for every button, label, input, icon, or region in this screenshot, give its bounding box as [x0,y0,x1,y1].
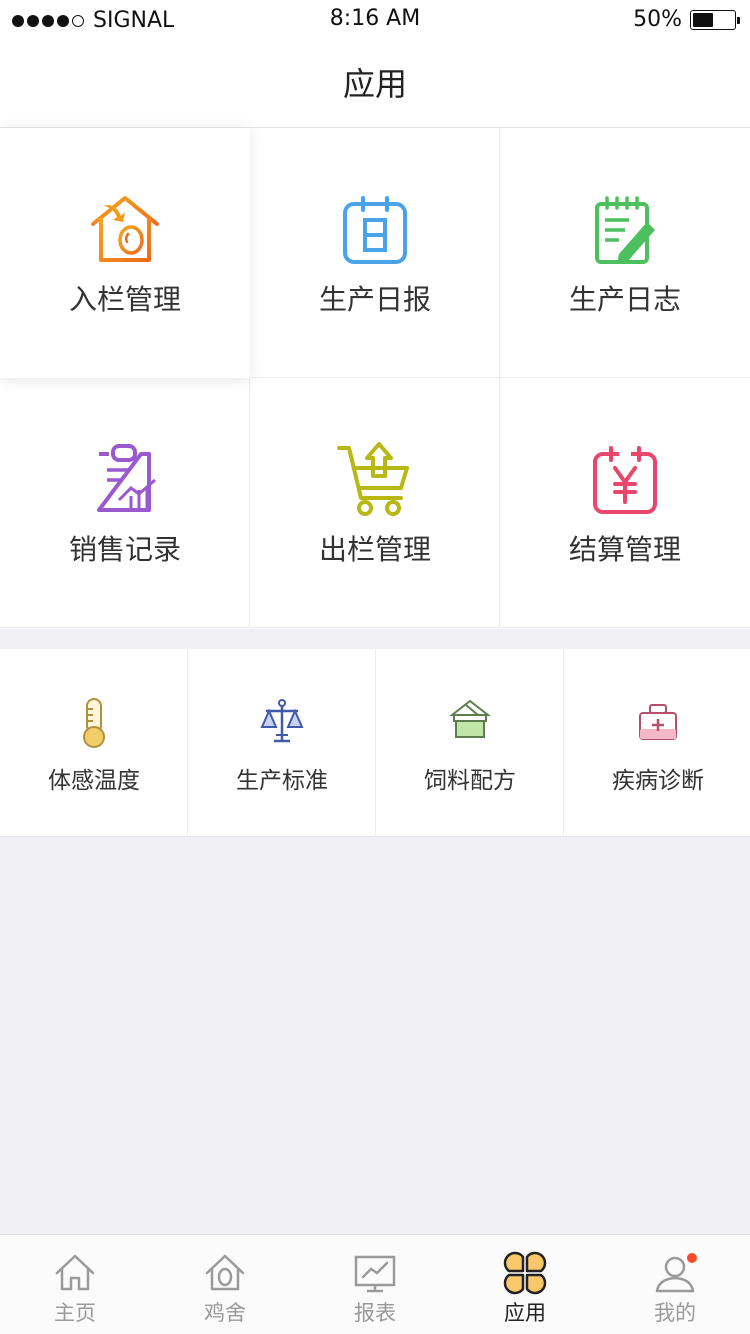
medical-kit-icon [639,704,677,740]
app-label: 销售记录 [68,533,181,566]
tool-disease-diagnosis[interactable]: 疾病诊断 [564,649,750,837]
nav-bar: 应用 [0,40,750,128]
battery-indicator: 50% [633,7,740,32]
app-sales-record[interactable]: 销售记录 [0,378,250,628]
battery-level [693,12,713,27]
app-label: 生产日志 [568,283,681,316]
tool-label: 饲料配方 [424,768,516,794]
app-label: 结算管理 [568,533,681,566]
tool-sensible-temperature[interactable]: 体感温度 [0,649,188,837]
tab-bar: 主页 鸡舍 报表 应用 我的 [0,1234,750,1334]
tab-profile[interactable]: 我的 [600,1235,750,1334]
tab-apps[interactable]: 应用 [450,1235,600,1334]
tab-coop[interactable]: 鸡舍 [150,1235,300,1334]
notepad-pencil-icon [595,196,655,264]
app-label: 入栏管理 [68,283,181,316]
balance-scale-icon [260,699,304,743]
house-egg-icon [91,196,159,262]
calendar-icon [343,196,407,264]
app-checkout[interactable]: 出栏管理 [250,378,500,628]
tab-report[interactable]: 报表 [300,1235,450,1334]
main-apps-grid: 入栏管理 生产日报 生产日志 销售记录 出栏管理 结算管理 [0,128,750,629]
apps-grid-icon [503,1251,547,1295]
app-checkin[interactable]: 入栏管理 [0,128,250,378]
page-title: 应用 [342,65,407,103]
status-bar: SIGNAL 8:16 AM 50% [0,0,750,40]
tools-grid: 体感温度 生产标准 饲料配方 疾病诊断 [0,649,750,837]
tool-label: 生产标准 [236,768,328,794]
app-label: 生产日报 [318,283,431,316]
cart-upload-icon [337,442,409,516]
report-chart-icon [354,1255,396,1293]
tab-label: 我的 [654,1301,696,1325]
home-icon [55,1254,95,1291]
tool-label: 体感温度 [48,768,140,794]
tab-home[interactable]: 主页 [0,1235,150,1334]
feed-box-icon [449,699,491,738]
tool-label: 疾病诊断 [612,768,704,794]
app-label: 出栏管理 [318,533,431,566]
app-settlement[interactable]: 结算管理 [500,378,750,628]
app-daily-report[interactable]: 生产日报 [250,128,500,378]
tab-label: 报表 [354,1301,396,1325]
notification-badge [687,1253,697,1263]
clipboard-chart-icon [97,444,156,512]
app-production-log[interactable]: 生产日志 [500,128,750,378]
tool-feed-formula[interactable]: 饲料配方 [376,649,564,837]
tool-production-standard[interactable]: 生产标准 [188,649,376,837]
tab-label: 主页 [54,1301,96,1325]
coop-icon [205,1254,245,1291]
battery-icon [690,9,740,30]
thermometer-icon [83,698,105,748]
battery-percent: 50% [633,7,682,32]
tab-label: 应用 [504,1301,546,1325]
tab-label: 鸡舍 [204,1301,246,1325]
yen-calendar-icon [593,446,657,514]
